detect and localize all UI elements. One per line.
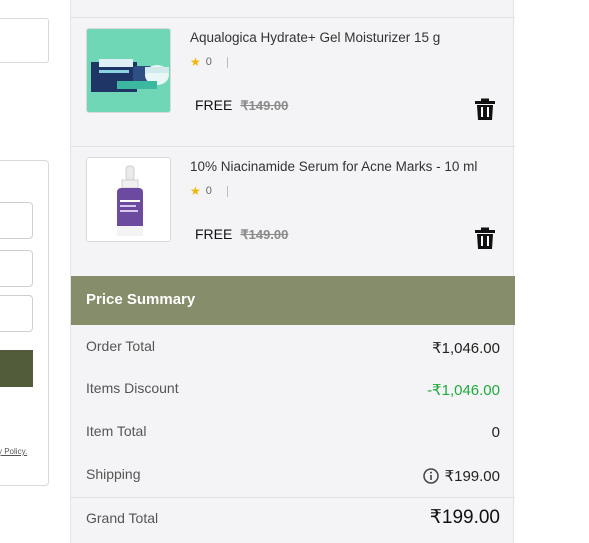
summary-row-items-discount: Items Discount -₹1,046.00: [71, 368, 515, 410]
grand-total-value: ₹199.00: [429, 507, 500, 528]
order-summary-column: Aqualogica Hydrate+ Gel Moisturizer 15 g…: [70, 0, 515, 543]
item-name[interactable]: Aqualogica Hydrate+ Gel Moisturizer 15 g: [190, 30, 440, 45]
item-rating: ★ 0: [190, 184, 228, 198]
summary-value: ₹1,046.00: [432, 339, 500, 357]
shipping-value: ₹199.00: [444, 468, 500, 485]
rating-count: 0: [205, 185, 212, 197]
left-input-top[interactable]: [0, 18, 49, 63]
summary-value: -₹1,046.00: [427, 381, 500, 399]
summary-row-order-total: Order Total ₹1,046.00: [71, 326, 515, 368]
summary-label: Shipping: [86, 466, 141, 482]
trash-icon[interactable]: [475, 98, 495, 120]
item-total-value: 0: [491, 424, 500, 441]
left-form-input-3[interactable]: [0, 295, 33, 332]
item-price: FREE ₹149.00: [195, 97, 288, 114]
rating-count: 0: [205, 56, 212, 68]
item-rating: ★ 0: [190, 55, 228, 69]
order-total-value: ₹1,046.00: [432, 340, 500, 357]
cart-item: Aqualogica Hydrate+ Gel Moisturizer 15 g…: [71, 18, 515, 146]
grand-total-label: Grand Total: [86, 510, 159, 526]
summary-row-item-total: Item Total 0: [71, 411, 515, 453]
summary-row-shipping: Shipping ₹199.00: [71, 454, 515, 496]
price-summary-title: Price Summary: [86, 291, 196, 308]
privacy-policy-link[interactable]: y Policy.: [0, 447, 27, 456]
serum-bottle-image-icon: [87, 158, 170, 241]
items-discount-value: -₹1,046.00: [427, 382, 500, 399]
left-form-submit-button[interactable]: [0, 350, 33, 387]
moisturizer-image-icon: [87, 29, 170, 112]
summary-label: Item Total: [86, 423, 147, 439]
summary-label: Items Discount: [86, 380, 179, 396]
item-price: FREE ₹149.00: [195, 226, 288, 243]
cart-item: 10% Niacinamide Serum for Acne Marks - 1…: [71, 147, 515, 275]
item-name[interactable]: 10% Niacinamide Serum for Acne Marks - 1…: [190, 159, 477, 174]
info-icon[interactable]: [422, 468, 439, 484]
summary-value: 0: [492, 424, 500, 441]
item-original-price: ₹149.00: [240, 98, 289, 113]
rating-separator: [226, 185, 228, 197]
rating-separator: [226, 56, 228, 68]
star-icon: ★: [190, 184, 201, 198]
summary-value: ₹199.00: [422, 467, 500, 485]
left-form-input-1[interactable]: [0, 202, 33, 239]
product-thumbnail[interactable]: [86, 157, 171, 242]
star-icon: ★: [190, 55, 201, 69]
item-price-free: FREE: [195, 226, 233, 242]
item-original-price: ₹149.00: [240, 227, 289, 242]
product-thumbnail[interactable]: [86, 28, 171, 113]
summary-row-grand-total: Grand Total ₹199.00: [71, 498, 515, 540]
item-price-free: FREE: [195, 97, 233, 113]
price-summary-header: Price Summary: [71, 276, 515, 325]
summary-label: Order Total: [86, 338, 155, 354]
left-form-input-2[interactable]: [0, 250, 33, 287]
trash-icon[interactable]: [475, 227, 495, 249]
